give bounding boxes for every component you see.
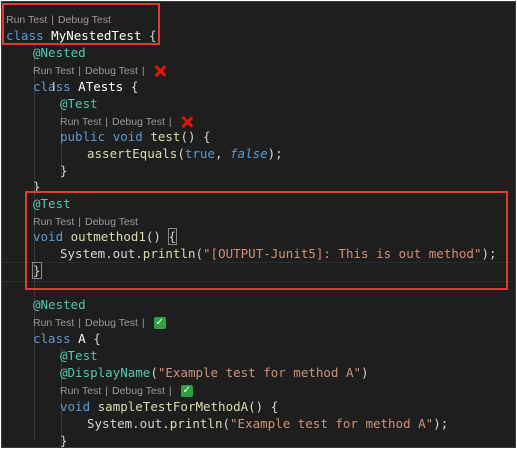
annotation: @Test xyxy=(60,348,98,363)
highlight-box-outmethod xyxy=(25,191,508,290)
codelens-separator: | xyxy=(141,317,145,329)
annotation: @Nested xyxy=(33,297,86,312)
check-mark-icon: ✓ xyxy=(153,317,166,329)
brace: { xyxy=(93,331,101,346)
paren: ( xyxy=(177,146,185,161)
code-line-assert[interactable]: assertEquals(true, false); xyxy=(87,145,283,163)
code-line-println[interactable]: System.out.println("Example test for met… xyxy=(87,415,448,433)
code-line-test-method[interactable]: public void test() { xyxy=(60,128,211,146)
class-name: A xyxy=(78,331,86,346)
x-mark-icon xyxy=(154,65,166,77)
code-line-test-annotation[interactable]: @Test xyxy=(60,347,98,365)
object-ref: System.out. xyxy=(87,416,170,431)
parens: () { xyxy=(248,399,279,414)
code-line-nested-annotation[interactable]: @Nested xyxy=(33,44,86,62)
code-line-close-brace[interactable]: } xyxy=(60,162,68,180)
annotation: @Test xyxy=(60,96,98,111)
keyword: void xyxy=(112,129,143,144)
class-name: ATests xyxy=(78,79,124,94)
paren-semi: ); xyxy=(433,416,449,431)
codelens-separator: | xyxy=(141,65,145,77)
text-cursor-icon: I xyxy=(52,80,56,94)
keyword: class xyxy=(33,331,71,346)
parens: () { xyxy=(180,129,211,144)
boolean: false xyxy=(230,146,268,161)
boolean: true xyxy=(184,146,215,161)
keyword: void xyxy=(60,399,91,414)
paren: ( xyxy=(222,416,231,431)
string-literal: "Example test for method A" xyxy=(230,416,434,431)
method-name: test xyxy=(150,129,181,144)
paren-semi: ); xyxy=(267,146,283,161)
code-line-nested-annotation[interactable]: @Nested xyxy=(33,296,86,314)
code-line-sample-method[interactable]: void sampleTestForMethodA() { xyxy=(60,398,278,416)
code-line-class-a[interactable]: class A { xyxy=(33,330,101,348)
string-literal: "Example test for method A" xyxy=(157,365,362,380)
check-mark-icon: ✓ xyxy=(180,385,193,397)
method-name: sampleTestForMethodA xyxy=(97,399,249,414)
paren: ( xyxy=(150,365,158,380)
method-call: assertEquals xyxy=(87,146,178,161)
code-line-class-atests[interactable]: class ATests { xyxy=(33,78,138,96)
keyword: public xyxy=(60,129,106,144)
highlight-box-class xyxy=(2,3,160,45)
brace: { xyxy=(130,79,139,94)
code-line-test-annotation[interactable]: @Test xyxy=(60,95,98,113)
brace: } xyxy=(60,163,68,178)
x-mark-icon xyxy=(181,116,193,128)
comma: , xyxy=(214,146,231,161)
annotation: @Nested xyxy=(33,45,86,60)
annotation: @DisplayName xyxy=(60,365,151,380)
code-line-display-name[interactable]: @DisplayName("Example test for method A"… xyxy=(60,364,369,382)
brace: } xyxy=(60,433,68,448)
code-line-close-brace[interactable]: } xyxy=(60,432,68,448)
code-editor[interactable]: Run Test | Debug Test class MyNestedTest {… xyxy=(1,1,516,448)
paren: ) xyxy=(361,365,369,380)
method-call: println xyxy=(169,416,223,431)
